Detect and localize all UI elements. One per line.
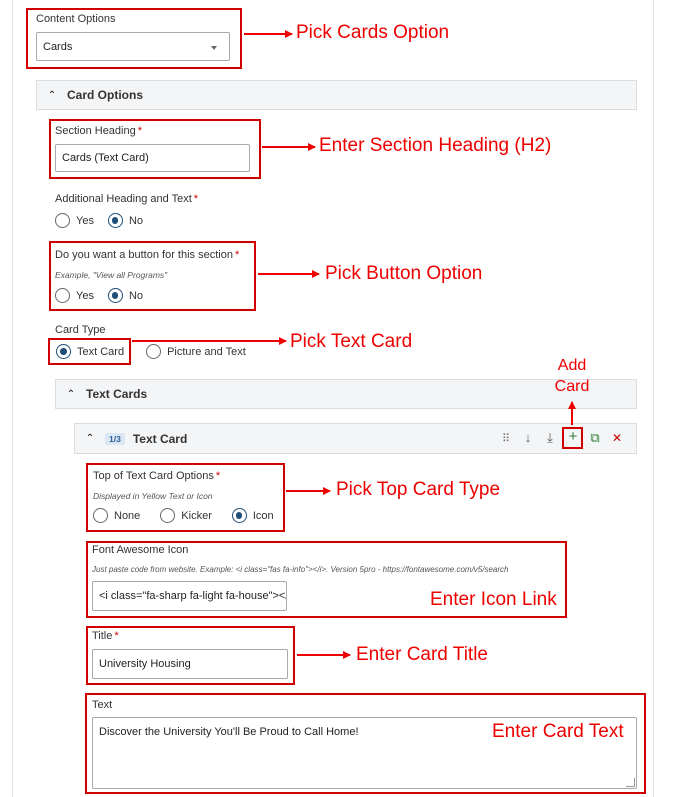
annotation-add-card: Add Card [554, 357, 590, 395]
annotation-pick-button: Pick Button Option [325, 263, 483, 284]
annotation-pick-cards: Pick Cards Option [296, 22, 450, 43]
annotation-pick-text-card: Pick Text Card [290, 331, 413, 352]
annotation-arrows [132, 30, 576, 659]
annotation-enter-icon: Enter Icon Link [430, 589, 557, 610]
annotation-pick-top-card: Pick Top Card Type [336, 479, 501, 500]
annotation-enter-title: Enter Card Title [356, 644, 488, 665]
annotation-enter-heading: Enter Section Heading (H2) [319, 135, 552, 156]
annotation-enter-text: Enter Card Text [492, 721, 624, 742]
